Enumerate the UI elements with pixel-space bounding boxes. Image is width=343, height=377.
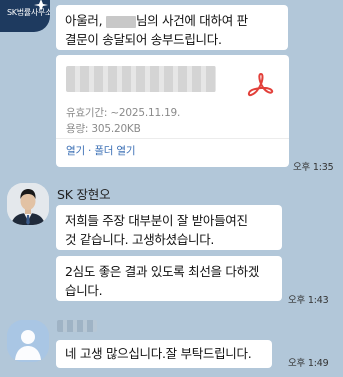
message-line: 습니다. — [65, 283, 103, 298]
pdf-file-icon — [247, 73, 274, 97]
message-timestamp: 오후 1:43 — [288, 295, 329, 306]
message-line: 네 고생 많으십니다.잘 부탁드립니다. — [65, 346, 252, 361]
message-bubble: 저희들 주장 대부분이 잘 받아들여진 것 같습니다. 고생하셨습니다. — [56, 205, 282, 250]
separator: · — [84, 145, 95, 157]
message-bubble-intro: 아울러, 님의 사건에 대하여 판 결문이 송달되어 송부드립니다. — [56, 5, 288, 50]
sk-logo-icon — [34, 0, 48, 11]
sender-name: SK 장현오 — [57, 187, 111, 202]
default-profile-icon — [7, 320, 49, 362]
message-line: 2심도 좋은 결과 있도록 최선을 다하겠 — [65, 264, 260, 279]
message-line: 저희들 주장 대부분이 잘 받아들여진 — [65, 213, 248, 228]
message-line: 것 같습니다. 고생하셨습니다. — [65, 232, 215, 247]
redacted-file-name — [66, 66, 216, 92]
file-size: 용량: 305.20KB — [66, 123, 141, 135]
message-bubble: 2심도 좋은 결과 있도록 최선을 다하겠 습니다. — [56, 256, 282, 301]
profile-photo — [7, 183, 49, 225]
divider — [56, 138, 289, 139]
redacted-name — [105, 15, 136, 28]
lawyer-avatar[interactable] — [7, 183, 49, 225]
message-timestamp: 오후 1:49 — [288, 358, 329, 369]
message-text: 아울러, — [65, 13, 106, 28]
open-folder-link[interactable]: 폴더 열기 — [94, 145, 135, 157]
file-expiry: 유효기간: ~2025.11.19. — [66, 107, 181, 119]
message-bubble: 네 고생 많으십니다.잘 부탁드립니다. — [56, 340, 272, 368]
file-actions: 열기 · 폴더 열기 — [66, 143, 136, 158]
message-timestamp: 오후 1:35 — [293, 162, 334, 173]
default-profile-avatar[interactable] — [7, 320, 49, 362]
firm-avatar[interactable]: SK법률사무소 — [0, 0, 50, 32]
open-file-link[interactable]: 열기 — [66, 145, 85, 157]
message-line: 결문이 송달되어 송부드립니다. — [65, 32, 222, 47]
message-line: 아울러, 님의 사건에 대하여 판 — [65, 11, 279, 30]
file-attachment-card[interactable]: 유효기간: ~2025.11.19. 용량: 305.20KB 열기 · 폴더 … — [56, 55, 289, 167]
message-text: 님의 사건에 대하여 판 — [135, 13, 248, 28]
redacted-sender-name — [57, 320, 97, 332]
